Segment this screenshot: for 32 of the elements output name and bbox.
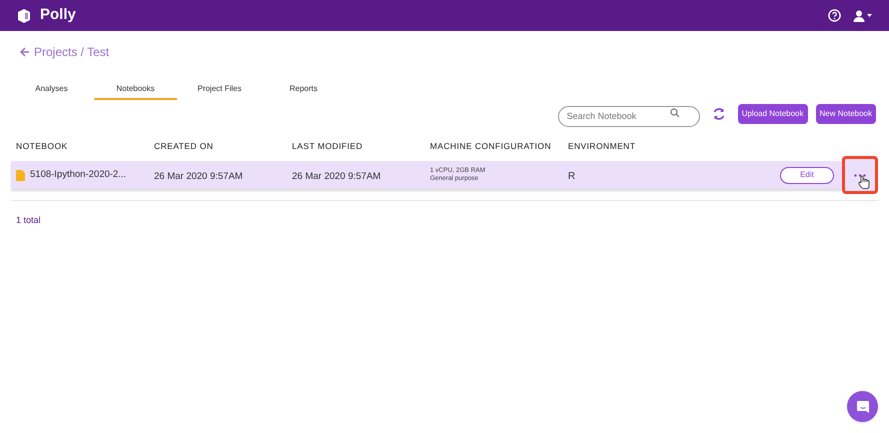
refresh-icon[interactable] bbox=[712, 106, 726, 120]
table-cell: 26 Mar 2020 9:57AM bbox=[154, 171, 243, 182]
hand-cursor-icon bbox=[858, 175, 870, 189]
brand-name: Polly bbox=[40, 5, 76, 26]
chat-icon bbox=[856, 400, 870, 414]
chat-button[interactable] bbox=[847, 391, 878, 422]
back-arrow-icon[interactable] bbox=[20, 47, 30, 57]
action-button[interactable]: Upload Notebook bbox=[738, 104, 808, 124]
tab[interactable]: Project Files bbox=[178, 79, 261, 100]
column-header: LAST MODIFIED bbox=[292, 141, 363, 151]
column-header: MACHINE CONFIGURATION bbox=[430, 141, 552, 151]
more-icon bbox=[854, 174, 866, 176]
tab[interactable]: Analyses bbox=[10, 79, 93, 100]
column-header: NOTEBOOK bbox=[16, 141, 68, 151]
tab[interactable]: Notebooks bbox=[94, 79, 177, 100]
file-icon bbox=[16, 170, 25, 180]
column-header: CREATED ON bbox=[154, 141, 214, 151]
table-cell: 26 Mar 2020 9:57AM bbox=[292, 171, 381, 182]
edit-button[interactable]: Edit bbox=[780, 166, 834, 184]
logo-icon bbox=[16, 8, 32, 24]
search-icon bbox=[670, 108, 680, 118]
tab[interactable]: Reports bbox=[262, 79, 345, 100]
user-icon[interactable] bbox=[853, 10, 873, 22]
breadcrumb[interactable]: Projects / Test bbox=[34, 43, 110, 61]
total-count: 1 total bbox=[16, 215, 41, 225]
table-cell: R bbox=[568, 171, 576, 182]
action-button[interactable]: New Notebook bbox=[816, 104, 876, 124]
table-cell-text: 5108-Ipython-2020-2... bbox=[30, 168, 126, 182]
more-button[interactable] bbox=[842, 156, 878, 194]
help-icon[interactable] bbox=[828, 9, 841, 22]
column-header: ENVIRONMENT bbox=[568, 141, 636, 151]
search-field[interactable]: Search Notebook bbox=[558, 106, 700, 126]
